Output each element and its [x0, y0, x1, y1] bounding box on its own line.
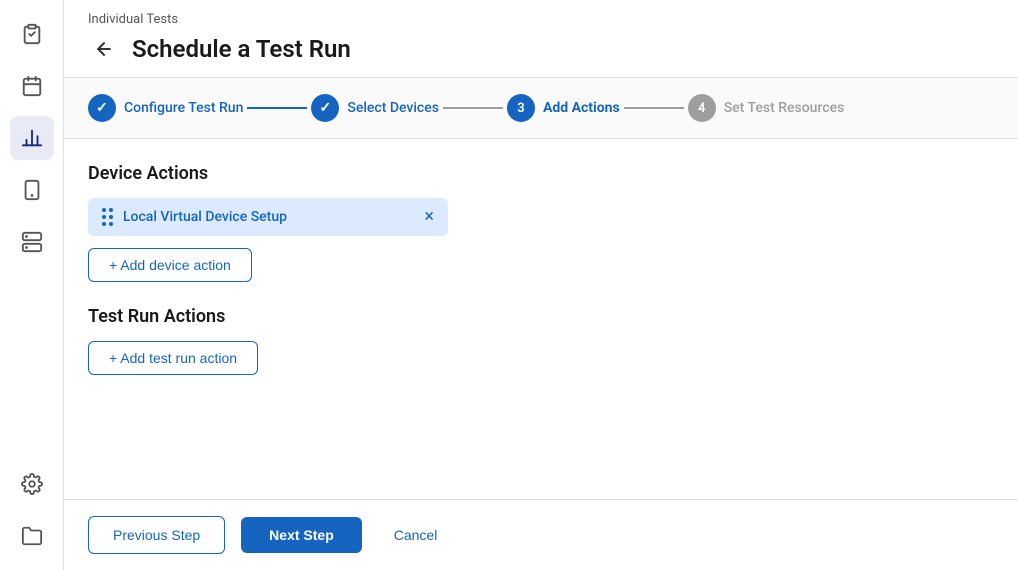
- back-arrow-icon: [94, 39, 114, 59]
- step-select-devices-circle: ✓: [311, 94, 339, 122]
- step-add-actions-circle: 3: [507, 94, 535, 122]
- step-select-devices-label: Select Devices: [347, 100, 439, 116]
- step-add-actions: 3 Add Actions: [507, 94, 620, 122]
- next-step-button[interactable]: Next Step: [241, 517, 362, 553]
- sidebar-item-servers[interactable]: [10, 220, 54, 264]
- test-run-actions-title: Test Run Actions: [88, 306, 994, 327]
- footer: Previous Step Next Step Cancel: [64, 499, 1018, 570]
- content-area: Device Actions Local Virtual Device Setu…: [64, 139, 1018, 499]
- previous-step-button[interactable]: Previous Step: [88, 516, 225, 554]
- connector-3: [624, 107, 684, 109]
- sidebar-item-folder[interactable]: [10, 514, 54, 558]
- step-add-actions-label: Add Actions: [543, 100, 620, 116]
- test-run-actions-section: Test Run Actions + Add test run action: [88, 306, 994, 399]
- back-button[interactable]: [88, 33, 120, 65]
- device-chip-label: Local Virtual Device Setup: [123, 209, 287, 225]
- device-actions-section: Device Actions Local Virtual Device Setu…: [88, 163, 994, 306]
- device-chip-close-button[interactable]: ×: [424, 208, 434, 226]
- step-set-resources-circle: 4: [688, 94, 716, 122]
- connector-1: [247, 107, 307, 109]
- connector-2: [443, 107, 503, 109]
- step-set-resources: 4 Set Test Resources: [688, 94, 845, 122]
- step-configure-circle: ✓: [88, 94, 116, 122]
- sidebar-item-settings[interactable]: [10, 462, 54, 506]
- header: Individual Tests Schedule a Test Run: [64, 0, 1018, 78]
- sidebar: [0, 0, 64, 570]
- device-chip: Local Virtual Device Setup ×: [88, 198, 448, 236]
- step-select-devices: ✓ Select Devices: [311, 94, 439, 122]
- sidebar-item-charts[interactable]: [10, 116, 54, 160]
- cancel-button[interactable]: Cancel: [378, 517, 454, 553]
- sidebar-item-calendar[interactable]: [10, 64, 54, 108]
- sidebar-item-tasks[interactable]: [10, 12, 54, 56]
- step-configure-label: Configure Test Run: [124, 100, 243, 116]
- breadcrumb: Individual Tests: [88, 12, 994, 27]
- add-test-run-action-button[interactable]: + Add test run action: [88, 341, 258, 375]
- step-configure: ✓ Configure Test Run: [88, 94, 243, 122]
- step-set-resources-label: Set Test Resources: [724, 100, 845, 116]
- sidebar-item-devices[interactable]: [10, 168, 54, 212]
- device-actions-title: Device Actions: [88, 163, 994, 184]
- drag-handle-icon[interactable]: [102, 208, 113, 226]
- page-title: Schedule a Test Run: [132, 35, 351, 63]
- add-device-action-button[interactable]: + Add device action: [88, 248, 252, 282]
- stepper: ✓ Configure Test Run ✓ Select Devices 3 …: [64, 78, 1018, 139]
- main-content: Individual Tests Schedule a Test Run ✓ C…: [64, 0, 1018, 570]
